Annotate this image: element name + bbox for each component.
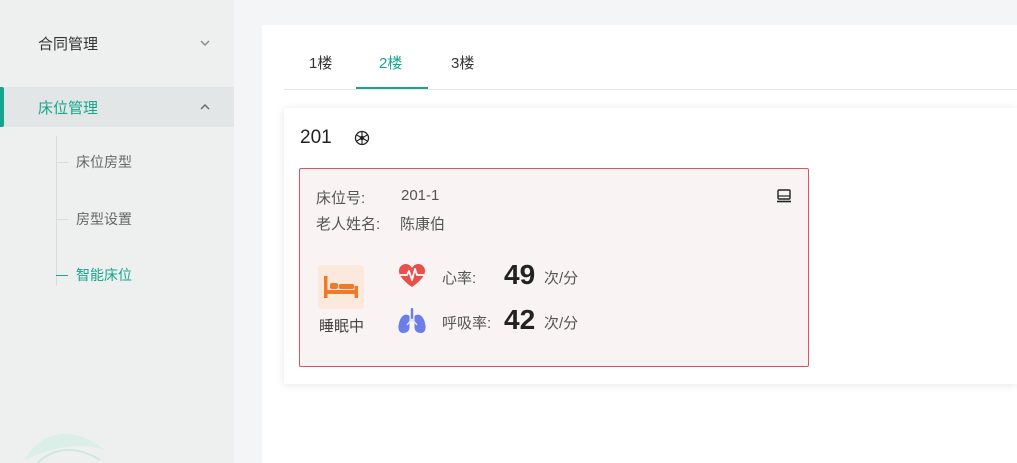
chevron-down-icon bbox=[200, 40, 210, 46]
sidebar-subitem-label: 房型设置 bbox=[76, 211, 132, 227]
sidebar-item-label: 合同管理 bbox=[38, 35, 99, 53]
tree-tick bbox=[56, 219, 68, 220]
tab-floor-1[interactable]: 1楼 bbox=[309, 52, 332, 73]
elder-name-row: 老人姓名: 陈康伯 bbox=[316, 213, 445, 234]
respiration-rate-value: 42 bbox=[504, 304, 536, 335]
heart-pulse-icon bbox=[398, 263, 426, 287]
respiration-rate-unit: 次/分 bbox=[544, 315, 579, 332]
sidebar: 合同管理 床位管理 床位房型 房型设置 智能床位 bbox=[0, 0, 234, 463]
lungs-icon bbox=[398, 308, 426, 333]
tab-floor-2[interactable]: 2楼 bbox=[379, 52, 402, 73]
sidebar-subitem-bed-room-type[interactable]: 床位房型 bbox=[56, 152, 132, 172]
bed-number-label: 床位号: bbox=[316, 190, 366, 207]
elder-name-value: 陈康伯 bbox=[400, 216, 446, 233]
sidebar-subitem-label: 智能床位 bbox=[76, 267, 132, 283]
sleep-status-badge bbox=[318, 265, 364, 309]
monitor-icon[interactable] bbox=[776, 188, 792, 204]
sleep-status-text: 睡眠中 bbox=[319, 318, 365, 335]
app: 合同管理 床位管理 床位房型 房型设置 智能床位 1楼 2楼 3楼 201 床位… bbox=[0, 0, 1017, 463]
heart-rate-label: 心率: bbox=[442, 270, 477, 287]
chevron-up-icon bbox=[200, 104, 210, 110]
sidebar-subitem-smart-bed[interactable]: 智能床位 bbox=[56, 265, 132, 285]
sidebar-subitem-label: 床位房型 bbox=[76, 154, 132, 170]
decorative-leaf-icon bbox=[25, 433, 105, 463]
tree-tick bbox=[56, 162, 68, 163]
tab-floor-3[interactable]: 3楼 bbox=[451, 52, 474, 73]
respiration-rate-label: 呼吸率: bbox=[442, 315, 492, 332]
bed-number-row: 床位号: 201-1 bbox=[316, 187, 439, 208]
heart-rate-unit: 次/分 bbox=[544, 270, 579, 287]
sidebar-subitem-room-type-settings[interactable]: 房型设置 bbox=[56, 209, 132, 229]
main-content: 1楼 2楼 3楼 201 床位号: 201-1 老人姓名: 陈康伯 睡眠中 心率… bbox=[262, 25, 1017, 463]
snowflake-icon[interactable] bbox=[354, 130, 370, 146]
tree-tick bbox=[56, 275, 68, 276]
bed-icon bbox=[324, 276, 358, 298]
sidebar-item-contract[interactable]: 合同管理 bbox=[0, 23, 234, 63]
elder-name-label: 老人姓名: bbox=[316, 216, 381, 233]
active-tab-indicator bbox=[356, 87, 428, 89]
sidebar-item-bed-management[interactable]: 床位管理 bbox=[0, 87, 234, 127]
bed-number-value: 201-1 bbox=[401, 187, 440, 204]
heart-rate-value: 49 bbox=[504, 259, 536, 290]
floor-tabs: 1楼 2楼 3楼 bbox=[284, 25, 1017, 90]
sidebar-item-label: 床位管理 bbox=[38, 99, 99, 117]
tree-line bbox=[56, 136, 57, 286]
bed-card[interactable]: 床位号: 201-1 老人姓名: 陈康伯 睡眠中 心率: 49 次/分 呼吸率:… bbox=[299, 168, 809, 367]
room-number: 201 bbox=[300, 127, 332, 148]
room-panel: 201 床位号: 201-1 老人姓名: 陈康伯 睡眠中 心率: 49 次/分 … bbox=[284, 108, 1017, 384]
